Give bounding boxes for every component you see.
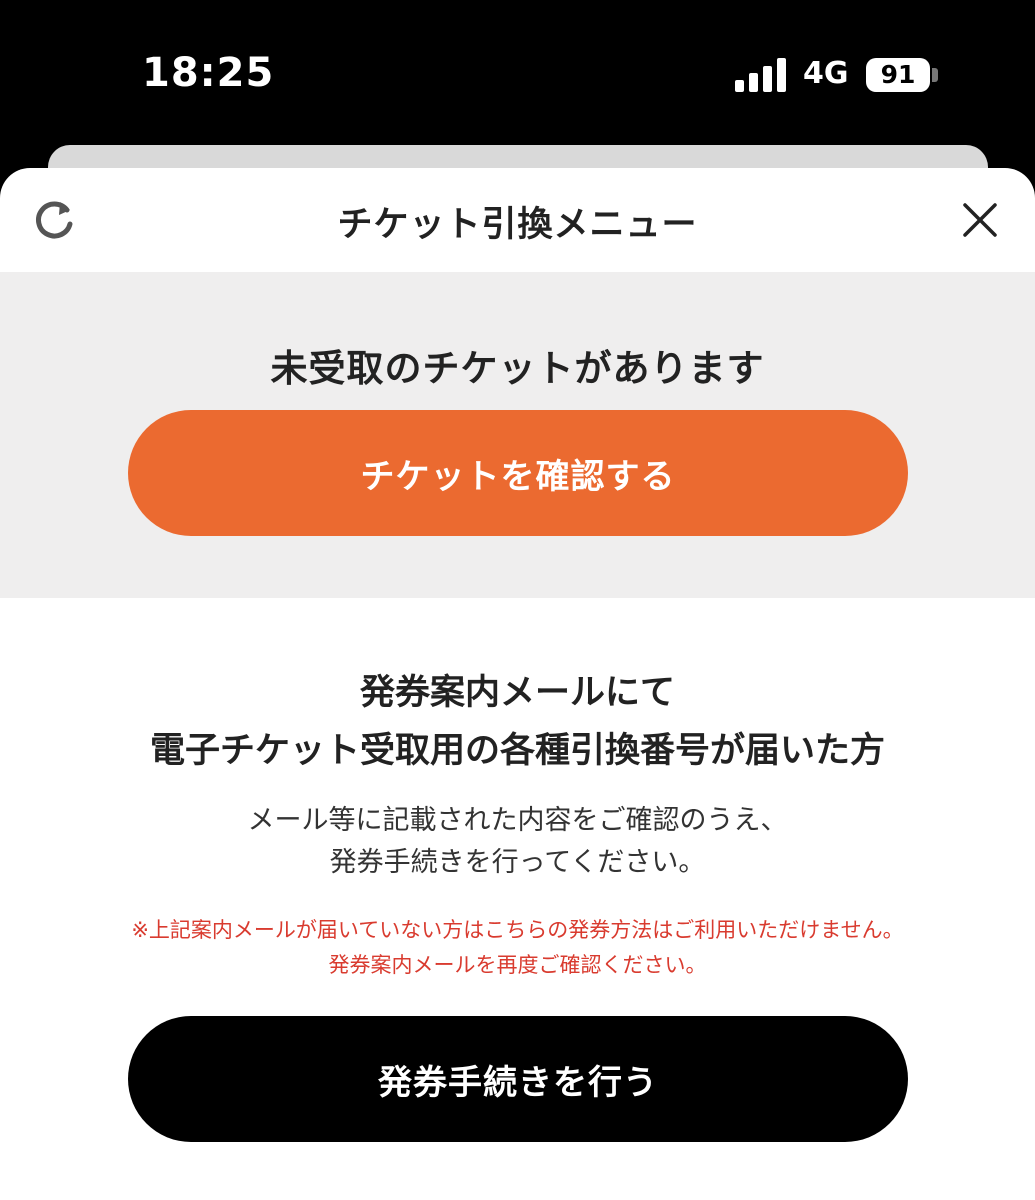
battery-level: 91 xyxy=(880,60,916,89)
unreceived-message: 未受取のチケットがあります xyxy=(270,347,765,390)
ticket-exchange-sheet: チケット引換メニュー 未受取のチケットがあります チケットを確認する 発券案内メ… xyxy=(0,168,1035,1200)
issuance-note-line1: ※上記案内メールが届いていない方はこちらの発券方法はご利用いただけません。 xyxy=(131,918,904,942)
sheet-header: チケット引換メニュー xyxy=(0,168,1035,272)
issue-ticket-button[interactable]: 発券手続きを行う xyxy=(128,1016,908,1142)
sheet-title: チケット引換メニュー xyxy=(337,205,698,245)
close-icon[interactable] xyxy=(960,200,1000,240)
network-type: 4G xyxy=(803,56,849,91)
battery-icon: 91 xyxy=(866,58,930,92)
status-time: 18:25 xyxy=(142,50,275,96)
status-bar: 18:25 4G 91 xyxy=(0,0,1035,150)
issuance-description-line2: 発券手続きを行ってください。 xyxy=(329,847,706,878)
issuance-note-line2: 発券案内メールを再度ご確認ください。 xyxy=(328,953,707,977)
issuance-description-line1: メール等に記載された内容をご確認のうえ、 xyxy=(247,805,788,836)
battery-tip xyxy=(932,68,938,82)
check-ticket-button[interactable]: チケットを確認する xyxy=(128,410,908,536)
issuance-heading-line1: 発券案内メールにて xyxy=(359,673,675,713)
unreceived-ticket-section: 未受取のチケットがあります チケットを確認する xyxy=(0,272,1035,598)
signal-icon xyxy=(735,58,787,92)
issuance-heading-line2: 電子チケット受取用の各種引換番号が届いた方 xyxy=(149,731,885,771)
